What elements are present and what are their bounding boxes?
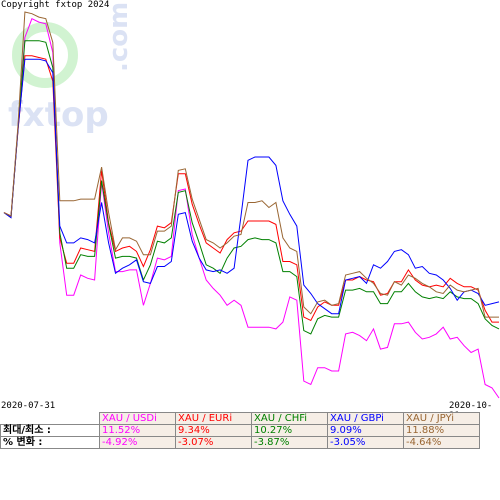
change-jpy: -4.64% [403,436,480,449]
stats-header-row: XAU / USDi XAU / EURi XAU / CHFi XAU / G… [1,412,480,425]
x-axis-start-label: 2020-07-31 [1,401,56,411]
series-name-gbp: XAU / GBPi [327,412,404,425]
series-line-xaujpyi [3,11,499,318]
series-line-xauusdi [3,18,500,399]
max-jpy: 11.88% [403,424,480,437]
change-label: % 변화 : [0,436,100,449]
series-name-eur: XAU / EURi [175,412,252,425]
max-eur: 9.34% [175,424,252,437]
stats-corner [1,413,100,425]
max-min-label: 최대/최소 : [0,424,100,437]
change-eur: -3.07% [175,436,252,449]
change-chf: -3.87% [251,436,328,449]
watermark-text: fxtop [8,95,109,135]
line-chart: fxtop .com [3,2,500,399]
statistics-table: XAU / USDi XAU / EURi XAU / CHFi XAU / G… [0,412,480,449]
series-name-usd: XAU / USDi [99,412,176,425]
watermark-logo: fxtop .com [8,2,134,135]
series-line-xauchfi [3,40,500,335]
series-name-chf: XAU / CHFi [251,412,328,425]
watermark-text-2: .com [104,2,134,72]
stats-max-row: 최대/최소 : 11.52% 9.34% 10.27% 9.09% 11.88% [0,424,480,437]
change-usd: -4.92% [99,436,176,449]
max-gbp: 9.09% [327,424,404,437]
stats-change-row: % 변화 : -4.92% -3.07% -3.87% -3.05% -4.64… [0,436,480,449]
plot-area [3,11,500,399]
copyright-text: Copyright fxtop 2024 [1,0,110,10]
series-name-jpy: XAU / JPYi [403,412,480,425]
max-chf: 10.27% [251,424,328,437]
max-usd: 11.52% [99,424,176,437]
change-gbp: -3.05% [327,436,404,449]
